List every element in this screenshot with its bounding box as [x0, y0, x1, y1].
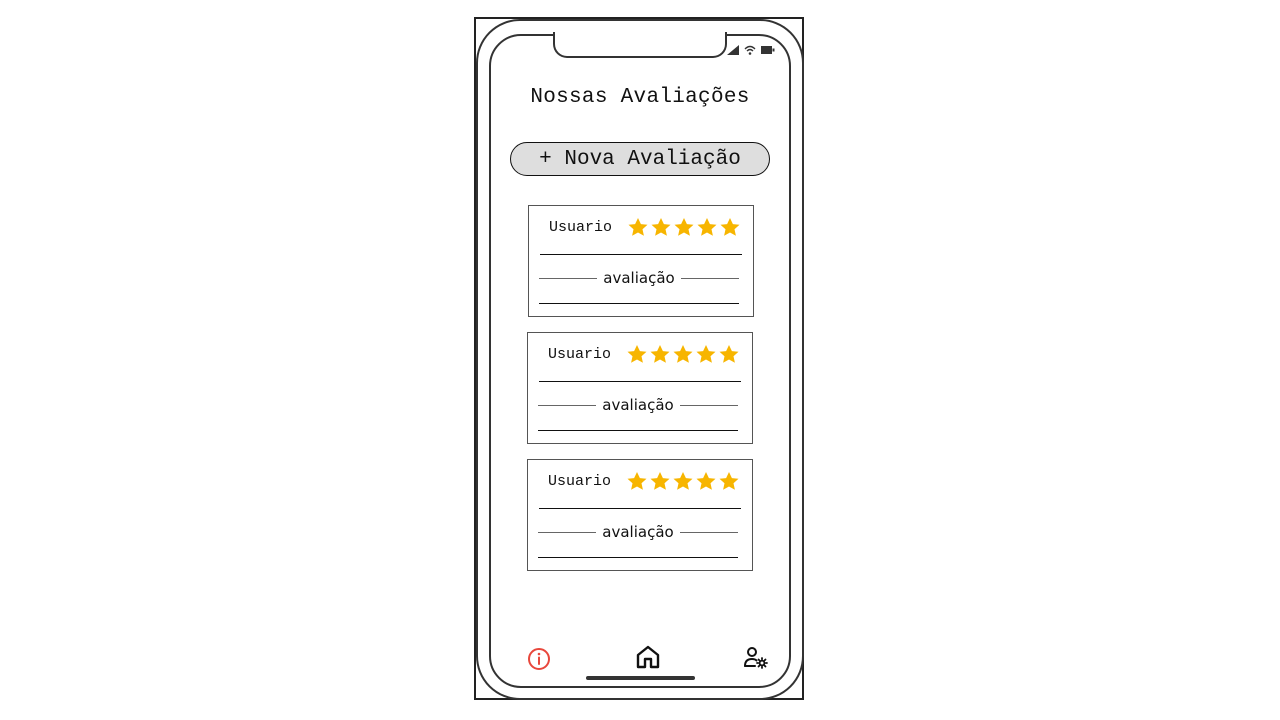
- star-icon: [628, 218, 648, 236]
- divider: [680, 277, 739, 279]
- review-body: avaliação: [538, 522, 738, 542]
- divider: [538, 531, 597, 533]
- review-rating: [626, 470, 740, 492]
- review-user-name: Usuario: [548, 346, 612, 363]
- divider: [539, 277, 598, 279]
- star-icon: [697, 218, 717, 236]
- star-icon: [627, 345, 647, 363]
- review-card[interactable]: Usuario avaliação: [528, 205, 754, 317]
- star-icon: [673, 345, 693, 363]
- phone-notch: [553, 32, 727, 58]
- home-indicator[interactable]: [586, 676, 695, 680]
- star-icon: [719, 472, 739, 490]
- review-rating: [627, 216, 741, 238]
- new-review-button[interactable]: + Nova Avaliação: [510, 142, 770, 176]
- page-title: Nossas Avaliações: [530, 86, 750, 109]
- review-card[interactable]: Usuario avaliação: [527, 459, 753, 571]
- info-icon: [528, 648, 550, 670]
- star-icon: [696, 472, 716, 490]
- divider: [539, 508, 741, 509]
- review-text: avaliação: [602, 523, 674, 541]
- divider: [538, 404, 597, 406]
- status-bar: [727, 44, 779, 56]
- review-rating: [626, 343, 740, 365]
- review-user-name: Usuario: [548, 473, 612, 490]
- app-screen: Nossas Avaliações + Nova Avaliação Usuar…: [0, 0, 1280, 720]
- star-icon: [720, 218, 740, 236]
- star-icon: [674, 218, 694, 236]
- star-icon: [650, 472, 670, 490]
- signal-icon: [727, 45, 739, 55]
- review-card[interactable]: Usuario avaliação: [527, 332, 753, 444]
- review-text: avaliação: [603, 269, 675, 287]
- review-body: avaliação: [538, 395, 738, 415]
- divider: [538, 557, 738, 558]
- user-settings-icon: [744, 647, 768, 669]
- nav-info[interactable]: [525, 645, 553, 673]
- star-icon: [696, 345, 716, 363]
- star-icon: [651, 218, 671, 236]
- nav-user-settings[interactable]: [742, 644, 770, 672]
- star-icon: [673, 472, 693, 490]
- star-icon: [650, 345, 670, 363]
- star-icon: [719, 345, 739, 363]
- divider: [679, 531, 738, 533]
- divider: [540, 254, 742, 255]
- review-body: avaliação: [539, 268, 739, 288]
- review-user-name: Usuario: [549, 219, 613, 236]
- nav-home[interactable]: [634, 643, 662, 671]
- star-icon: [627, 472, 647, 490]
- divider: [679, 404, 738, 406]
- home-icon: [636, 645, 660, 669]
- divider: [539, 381, 741, 382]
- wifi-icon: [744, 45, 756, 55]
- battery-icon: [761, 46, 775, 54]
- review-text: avaliação: [602, 396, 674, 414]
- divider: [538, 430, 738, 431]
- divider: [539, 303, 739, 304]
